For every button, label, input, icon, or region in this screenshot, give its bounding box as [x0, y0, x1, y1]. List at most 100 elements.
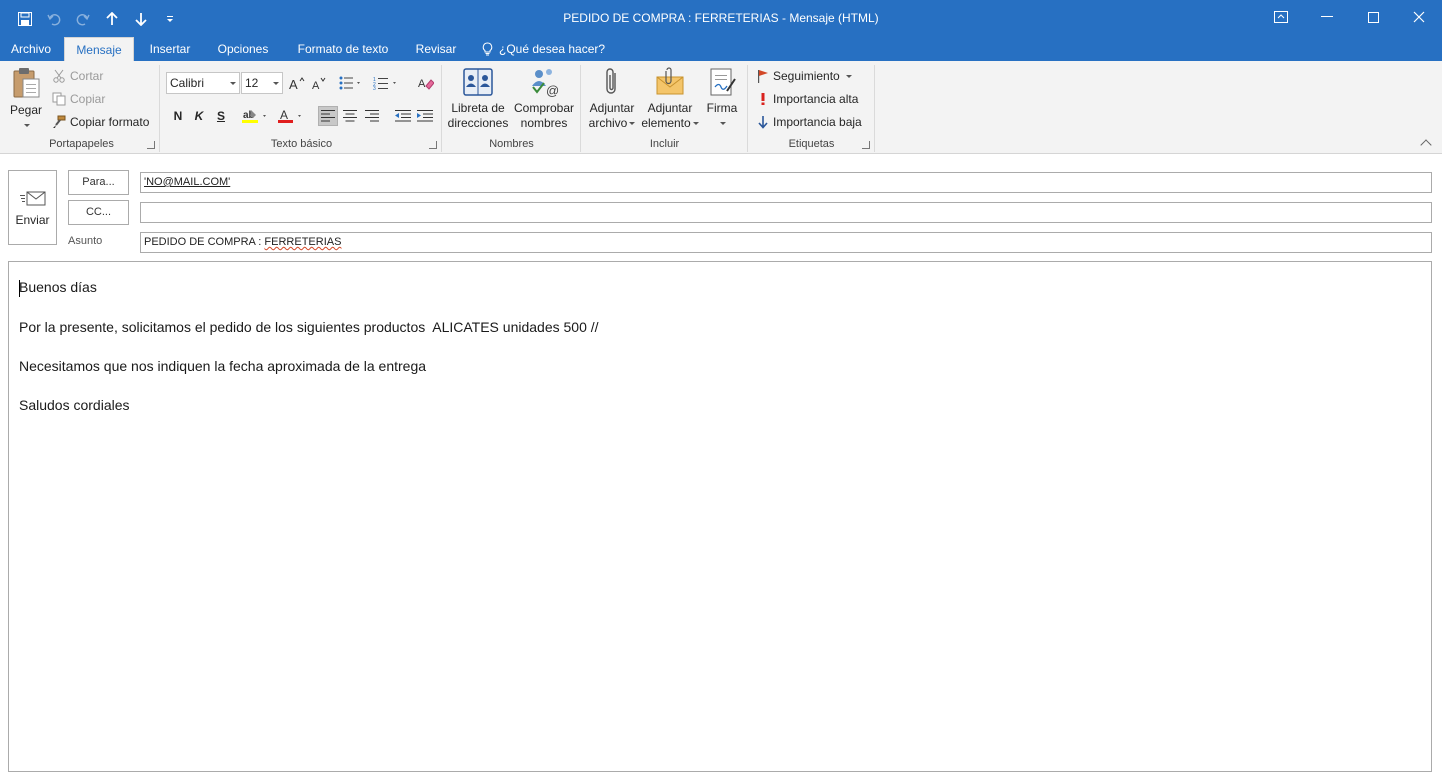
attach-item-label-2: elemento [641, 116, 691, 130]
signature-button[interactable]: Firma [700, 67, 744, 131]
svg-text:3: 3 [373, 86, 376, 90]
chevron-down-icon [230, 82, 236, 85]
font-size-combo[interactable]: 12 [241, 72, 283, 94]
attach-item-button[interactable]: Adjuntar elemento [640, 67, 700, 131]
italic-button[interactable]: K [189, 106, 209, 126]
body-line: Por la presente, solicitamos el pedido d… [19, 319, 599, 335]
high-importance-button[interactable]: Importancia alta [757, 92, 858, 106]
subject-misspelled-word: FERRETERIAS [264, 236, 342, 248]
tab-opciones[interactable]: Opciones [208, 37, 278, 61]
attach-file-button[interactable]: Adjuntar archivo [584, 67, 640, 131]
format-painter-button[interactable]: Copiar formato [52, 115, 149, 129]
ribbon-tabs: Archivo Mensaje Insertar Opciones Format… [0, 37, 1442, 62]
align-center-icon [343, 110, 357, 122]
paperclip-icon [606, 68, 616, 94]
collapse-ribbon-icon[interactable] [1420, 139, 1432, 151]
tab-insertar[interactable]: Insertar [140, 37, 200, 61]
maximize-button[interactable] [1350, 0, 1396, 34]
chevron-down-icon [845, 74, 852, 78]
nombres-label: Nombres [489, 138, 534, 150]
tab-archivo[interactable]: Archivo [4, 37, 58, 61]
align-center-button[interactable] [340, 106, 360, 126]
copy-label: Copiar [70, 92, 106, 106]
attach-file-label-1: Adjuntar [589, 101, 635, 115]
clear-formatting-button[interactable]: A [416, 73, 436, 93]
underline-button[interactable]: S [211, 106, 231, 126]
to-field[interactable]: 'NO@MAIL.COM' [140, 172, 1432, 193]
paintbrush-icon [53, 115, 66, 128]
align-left-icon [321, 110, 335, 122]
portapapeles-label: Portapapeles [49, 138, 114, 150]
minimize-button[interactable] [1304, 0, 1350, 34]
highlighter-icon: ab [242, 110, 266, 123]
minimize-icon [1321, 16, 1333, 17]
ribbon-display-options-button[interactable] [1258, 0, 1304, 34]
close-icon [1413, 11, 1425, 23]
clipboard-icon [13, 68, 40, 98]
grow-font-button[interactable]: A [287, 73, 307, 93]
send-button[interactable]: Enviar [8, 170, 57, 245]
send-icon [19, 191, 45, 206]
ribbon: Pegar Cortar Copiar Copiar formato Porta… [0, 61, 1442, 154]
tab-mensaje[interactable]: Mensaje [64, 37, 134, 62]
arrow-down-icon [758, 116, 768, 129]
copy-button[interactable]: Copiar [52, 92, 105, 106]
window-controls [1258, 0, 1442, 37]
attach-item-label-1: Adjuntar [647, 101, 693, 115]
numbering-button[interactable]: 123 [372, 73, 400, 93]
align-right-button[interactable] [362, 106, 382, 126]
subject-field[interactable]: PEDIDO DE COMPRA : FERRETERIAS [140, 232, 1432, 253]
shrink-font-button[interactable]: A [309, 73, 329, 93]
texto-basico-label: Texto básico [270, 138, 333, 150]
decrease-indent-button[interactable] [393, 106, 413, 126]
group-portapapeles: Pegar Cortar Copiar Copiar formato Porta… [4, 65, 160, 152]
portapapeles-launcher[interactable] [147, 141, 155, 149]
etiquetas-label: Etiquetas [788, 138, 835, 150]
align-right-icon [365, 110, 379, 122]
font-color-button[interactable]: A [276, 106, 306, 126]
lightbulb-icon [482, 42, 493, 56]
group-etiquetas: Seguimiento Importancia alta Importancia… [749, 65, 875, 152]
window-title: PEDIDO DE COMPRA : FERRETERIAS - Mensaje… [563, 11, 879, 25]
follow-up-button[interactable]: Seguimiento [757, 69, 852, 83]
address-book-button[interactable]: Libreta de direcciones [445, 67, 511, 131]
bold-button[interactable]: N [168, 106, 188, 126]
message-body[interactable]: Buenos días Por la presente, solicitamos… [8, 261, 1432, 772]
bullets-button[interactable] [338, 73, 364, 93]
font-name-combo[interactable]: Calibri [166, 72, 240, 94]
align-left-button[interactable] [318, 106, 338, 126]
recipient-chip[interactable]: 'NO@MAIL.COM' [144, 176, 230, 188]
highlight-button[interactable]: ab [240, 106, 272, 126]
address-book-label-1: Libreta de [451, 101, 505, 115]
cc-field[interactable] [140, 202, 1432, 223]
check-names-button[interactable]: @ Comprobar nombres [511, 67, 577, 131]
ribbon-display-icon [1274, 11, 1288, 23]
low-importance-label: Importancia baja [773, 115, 862, 129]
to-button[interactable]: Para... [68, 170, 129, 195]
subject-label: Asunto [68, 235, 103, 247]
cut-button[interactable]: Cortar [52, 69, 103, 83]
paste-button[interactable]: Pegar [6, 67, 46, 133]
group-texto-basico: Calibri 12 A A 123 A N K S ab A Texto bá… [162, 65, 442, 152]
svg-text:A: A [280, 108, 288, 122]
tell-me-box[interactable]: ¿Qué desea hacer? [482, 37, 605, 61]
chevron-down-icon [24, 124, 30, 128]
scissors-icon [53, 69, 65, 83]
tab-formato-de-texto[interactable]: Formato de texto [288, 37, 398, 61]
attach-file-label-2: archivo [588, 116, 628, 130]
chevron-down-icon [692, 122, 699, 126]
close-button[interactable] [1396, 0, 1442, 34]
body-line: Necesitamos que nos indiquen la fecha ap… [19, 358, 427, 374]
chevron-down-icon [720, 122, 726, 126]
check-names-icon: @ [532, 69, 559, 97]
group-incluir: Adjuntar archivo Adjuntar elemento Firma [582, 65, 748, 152]
cc-button[interactable]: CC... [68, 200, 129, 225]
etiquetas-launcher[interactable] [862, 141, 870, 149]
low-importance-button[interactable]: Importancia baja [757, 115, 862, 129]
follow-up-label: Seguimiento [773, 69, 840, 83]
tab-revisar[interactable]: Revisar [408, 37, 464, 61]
eraser-icon: A [418, 78, 434, 90]
texto-basico-launcher[interactable] [429, 141, 437, 149]
increase-indent-button[interactable] [415, 106, 435, 126]
shrink-font-icon: A [312, 77, 326, 90]
